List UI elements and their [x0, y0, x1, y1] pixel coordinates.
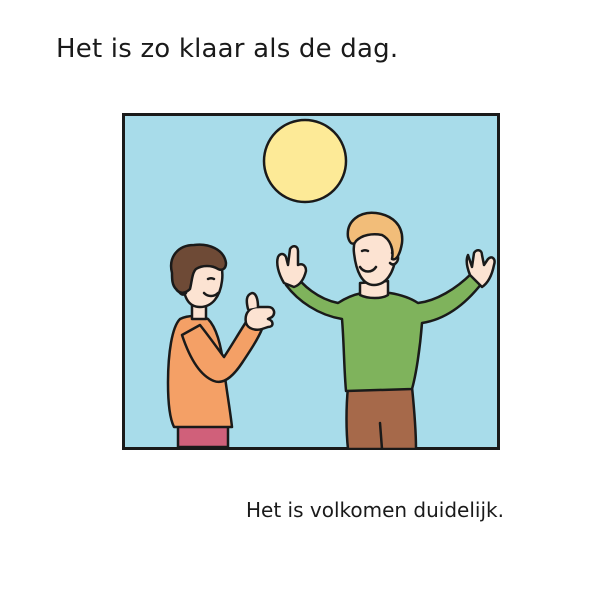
illustration-svg — [122, 113, 500, 450]
sun — [262, 118, 348, 204]
left-person-fist — [244, 305, 276, 331]
left-person-pants — [176, 423, 230, 449]
caption: Het is volkomen duidelijk. — [246, 498, 504, 522]
right-person-eye — [360, 249, 370, 253]
illustration-panel — [122, 113, 500, 450]
thumb-up-icon — [245, 291, 260, 311]
left-person-eye — [206, 277, 216, 281]
page-title: Het is zo klaar als de dag. — [56, 34, 399, 64]
